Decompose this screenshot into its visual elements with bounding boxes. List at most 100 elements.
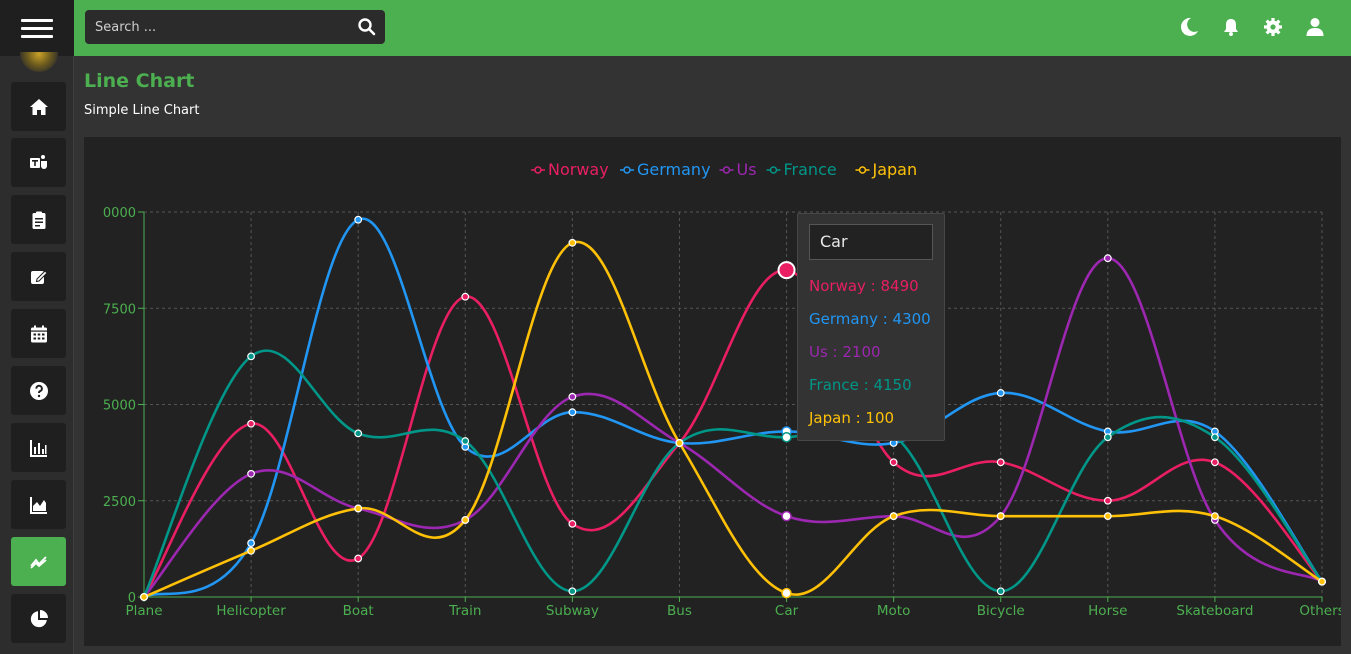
series-line-germany [143, 217, 1324, 599]
data-point-norway [1211, 458, 1219, 467]
data-point-germany [996, 389, 1005, 397]
sidebar-item-area-chart[interactable] [11, 480, 66, 529]
data-point-japan [1103, 512, 1112, 521]
sidebar-item-edit[interactable] [11, 252, 66, 301]
sidebar-item-line-chart[interactable] [11, 537, 66, 586]
data-point-japan [568, 238, 577, 247]
y-tick-label: 7500 [103, 302, 136, 317]
data-point-norway [568, 519, 577, 528]
legend-label: Germany [637, 160, 711, 179]
tooltip-row: Us : 2100 [809, 343, 881, 361]
x-tick-label: Moto [877, 603, 910, 619]
sidebar-item-bar-chart[interactable] [11, 423, 66, 472]
tooltip-row: Norway : 8490 [809, 277, 919, 295]
legend-label: Us [737, 160, 757, 179]
y-tick-label: 5000 [103, 399, 136, 414]
x-tick-label: Train [448, 603, 481, 619]
series-line-france [142, 349, 1324, 598]
avatar[interactable] [20, 52, 58, 72]
data-point-japan [461, 516, 470, 524]
sidebar-item-home[interactable] [11, 82, 66, 131]
sidebar-item-pie-chart[interactable] [11, 594, 66, 643]
hover-point [781, 431, 792, 443]
home-icon [29, 98, 48, 115]
hover-point [777, 261, 796, 280]
moon-icon[interactable] [1179, 16, 1199, 38]
tooltip-title: Car [809, 224, 933, 260]
data-point-germany [568, 408, 577, 417]
data-point-japan [140, 593, 148, 601]
data-point-japan [354, 504, 363, 513]
legend-label: Japan [872, 160, 918, 179]
y-tick-label: 2500 [103, 495, 136, 510]
data-point-japan [675, 439, 684, 447]
x-tick-label: Bus [667, 603, 692, 619]
data-point-us [1103, 254, 1112, 263]
data-point-germany [354, 215, 363, 224]
gear-icon[interactable] [1263, 16, 1283, 38]
hover-point [781, 510, 792, 522]
legend-marker [722, 166, 731, 174]
bar-chart-icon [29, 439, 47, 457]
x-tick-label: Subway [546, 603, 599, 619]
hamburger-icon [21, 14, 53, 43]
search-input[interactable] [85, 10, 347, 44]
x-tick-label: Skateboard [1176, 603, 1253, 619]
sidebar-item-teams[interactable] [11, 138, 66, 187]
clipboard-icon [32, 211, 45, 229]
data-point-norway [461, 292, 470, 301]
data-point-japan [996, 512, 1005, 521]
legend-marker [623, 166, 631, 174]
help-icon [29, 381, 48, 400]
legend-marker [534, 166, 542, 174]
teams-icon [29, 154, 47, 169]
x-tick-label: Bicycle [977, 603, 1025, 619]
legend-marker [858, 166, 867, 174]
data-point-norway [354, 554, 363, 563]
top-bar [74, 0, 1351, 56]
tooltip-row: Japan : 100 [809, 409, 895, 427]
data-point-japan [1211, 512, 1219, 521]
data-point-us [247, 469, 255, 478]
x-tick-label: Horse [1088, 603, 1127, 619]
data-point-norway [889, 458, 898, 467]
sidebar [0, 0, 74, 654]
line-chart-icon [29, 555, 47, 569]
sidebar-item-tasks[interactable] [11, 195, 66, 244]
data-point-france [354, 429, 363, 438]
menu-toggle-button[interactable] [0, 0, 74, 56]
data-point-france [1103, 433, 1112, 442]
data-point-japan [247, 546, 255, 555]
search-box [85, 10, 385, 44]
line-chart: 02500500075000000Plane Helicopter Boat Trai… [103, 160, 1341, 619]
data-point-japan [889, 512, 898, 521]
chart-card: 0 2500 5000 7500 0000 Plane Helicopter Boat Trai… [84, 137, 1341, 646]
data-point-norway [996, 458, 1005, 467]
y-tick-label: 0000 [103, 206, 136, 221]
user-icon[interactable] [1305, 16, 1325, 38]
x-tick-label: Others [1299, 603, 1341, 619]
data-point-germany [247, 539, 255, 548]
sidebar-item-calendar[interactable] [11, 309, 66, 358]
edit-icon [30, 269, 48, 284]
legend-label: France [784, 160, 837, 179]
data-point-france [461, 437, 470, 445]
data-point-france [996, 587, 1005, 596]
data-point-france [568, 587, 577, 596]
pie-chart-icon [30, 609, 48, 627]
hover-point [781, 587, 792, 599]
x-tick-label: Boat [343, 603, 374, 619]
chart-tooltip: Car Norway : 8490 Germany : 4300 Us : 21… [797, 213, 945, 441]
page-subtitle: Simple Line Chart [84, 103, 200, 118]
sidebar-item-help[interactable] [11, 366, 66, 415]
calendar-icon [30, 325, 47, 342]
data-point-norway [247, 419, 255, 428]
tooltip-row: France : 4150 [809, 376, 912, 394]
area-chart-icon [29, 496, 47, 514]
data-point-us [568, 392, 577, 401]
tooltip-row: Germany : 4300 [809, 310, 931, 328]
search-icon[interactable] [357, 17, 377, 37]
x-tick-label: Plane [125, 603, 162, 619]
bell-icon[interactable] [1221, 16, 1241, 38]
legend-label: Norway [548, 160, 609, 179]
